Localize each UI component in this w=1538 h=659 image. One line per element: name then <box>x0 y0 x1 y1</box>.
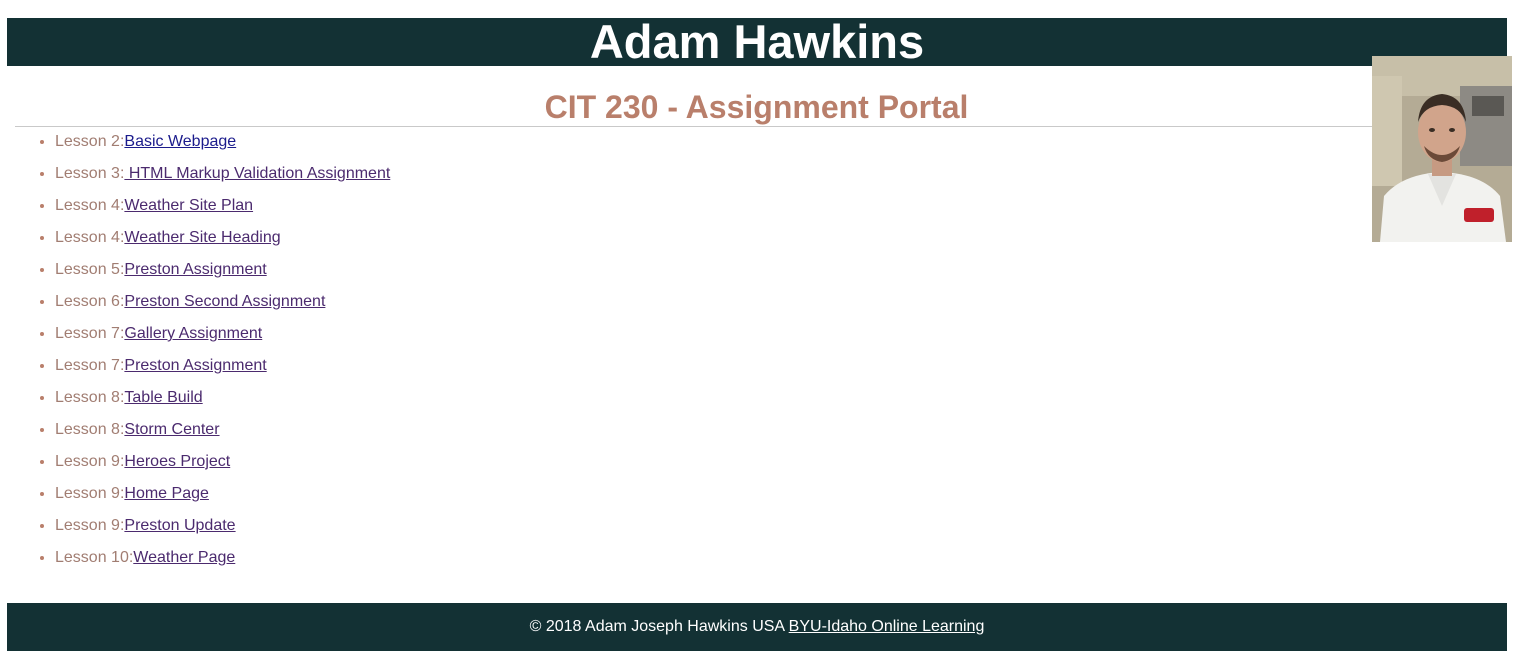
list-item: Lesson 7:Gallery Assignment <box>55 323 390 355</box>
list-item: Lesson 9:Preston Update <box>55 515 390 547</box>
lesson-link[interactable]: Preston Assignment <box>124 261 266 278</box>
lesson-label: Lesson 7: <box>55 357 125 374</box>
lesson-label: Lesson 10: <box>55 549 134 566</box>
list-item: Lesson 8:Table Build <box>55 387 390 419</box>
lesson-label: Lesson 8: <box>55 389 125 406</box>
lesson-label: Lesson 2: <box>55 133 125 150</box>
lesson-list: Lesson 2:Basic Webpage Lesson 3: HTML Ma… <box>15 131 390 579</box>
list-item: Lesson 3: HTML Markup Validation Assignm… <box>55 163 390 195</box>
profile-photo <box>1372 56 1512 242</box>
lesson-label: Lesson 7: <box>55 325 125 342</box>
list-item: Lesson 9:Home Page <box>55 483 390 515</box>
lesson-label: Lesson 3: <box>55 165 125 182</box>
lesson-label: Lesson 4: <box>55 229 125 246</box>
lesson-link[interactable]: Weather Site Plan <box>124 197 253 214</box>
lesson-link[interactable]: Preston Assignment <box>124 357 266 374</box>
lesson-label: Lesson 6: <box>55 293 125 310</box>
lesson-link[interactable]: Heroes Project <box>124 453 230 470</box>
lesson-link[interactable]: Weather Site Heading <box>124 229 280 246</box>
lesson-label: Lesson 9: <box>55 485 125 502</box>
lesson-link[interactable]: Table Build <box>124 389 202 406</box>
lesson-link[interactable]: Preston Update <box>124 517 235 534</box>
list-item: Lesson 10:Weather Page <box>55 547 390 579</box>
divider <box>15 126 1372 127</box>
lesson-label: Lesson 5: <box>55 261 125 278</box>
lesson-link[interactable]: Basic Webpage <box>124 133 236 150</box>
lesson-link[interactable]: HTML Markup Validation Assignment <box>124 165 390 182</box>
list-item: Lesson 8:Storm Center <box>55 419 390 451</box>
copyright-text: © 2018 Adam Joseph Hawkins USA <box>529 618 789 635</box>
lesson-link[interactable]: Home Page <box>124 485 209 502</box>
list-item: Lesson 6:Preston Second Assignment <box>55 291 390 323</box>
list-item: Lesson 7:Preston Assignment <box>55 355 390 387</box>
lesson-link[interactable]: Weather Page <box>133 549 235 566</box>
lesson-link[interactable]: Gallery Assignment <box>124 325 262 342</box>
site-header: Adam Hawkins <box>7 18 1507 66</box>
site-title: Adam Hawkins <box>589 15 925 68</box>
lesson-label: Lesson 9: <box>55 453 125 470</box>
lesson-link[interactable]: Preston Second Assignment <box>124 293 325 310</box>
list-item: Lesson 2:Basic Webpage <box>55 131 390 163</box>
lesson-link[interactable]: Storm Center <box>124 421 219 438</box>
page-subtitle: CIT 230 - Assignment Portal <box>544 89 969 125</box>
lesson-label: Lesson 8: <box>55 421 125 438</box>
list-item: Lesson 9:Heroes Project <box>55 451 390 483</box>
footer-link[interactable]: BYU-Idaho Online Learning <box>789 618 985 635</box>
list-item: Lesson 4:Weather Site Heading <box>55 227 390 259</box>
lesson-label: Lesson 4: <box>55 197 125 214</box>
site-footer: © 2018 Adam Joseph Hawkins USA BYU-Idaho… <box>7 603 1507 651</box>
list-item: Lesson 5:Preston Assignment <box>55 259 390 291</box>
list-item: Lesson 4:Weather Site Plan <box>55 195 390 227</box>
lesson-label: Lesson 9: <box>55 517 125 534</box>
